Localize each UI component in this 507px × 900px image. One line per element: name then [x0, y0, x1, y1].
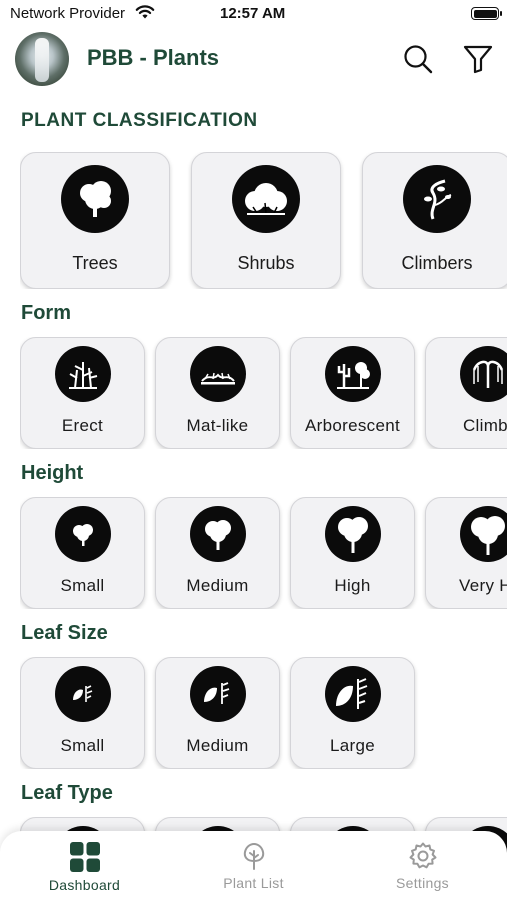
mat-plant-icon [189, 346, 246, 402]
nav-label: Plant List [223, 875, 284, 891]
climber-icon [403, 165, 471, 233]
card-label: Large [330, 736, 375, 755]
battery-icon [471, 7, 502, 20]
small-tree-icon [54, 506, 111, 562]
form-card-erect[interactable]: Erect [20, 337, 145, 449]
plant-list-icon [243, 842, 264, 870]
clock: 12:57 AM [220, 5, 286, 22]
card-label: Trees [72, 253, 118, 273]
card-label: Small [60, 576, 105, 595]
card-label: Medium [186, 576, 249, 595]
medium-leaf-icon [189, 666, 246, 722]
form-card-arborescent[interactable]: Arborescent [290, 337, 415, 449]
card-label: Erect [61, 416, 104, 435]
very-high-tree-icon [459, 506, 507, 562]
bottom-navigation: Dashboard Plant List Settings [0, 831, 507, 900]
wifi-icon [135, 5, 155, 19]
carrier-name: Network Provider [10, 5, 126, 22]
arborescent-icon [324, 346, 381, 402]
filter-button[interactable] [461, 42, 495, 76]
form-card-climbing[interactable]: Climbi [425, 337, 507, 449]
shrub-icon [232, 165, 300, 233]
height-card-very-high[interactable]: Very Hi [425, 497, 507, 609]
height-card-medium[interactable]: Medium [155, 497, 280, 609]
medium-tree-icon [189, 506, 246, 562]
height-card-high[interactable]: High [290, 497, 415, 609]
card-label: Arborescent [305, 416, 400, 435]
form-heading: Form [21, 302, 71, 324]
category-card-climbers[interactable]: Climbers [362, 152, 507, 289]
large-leaf-icon [324, 666, 381, 722]
category-card-trees[interactable]: Trees [20, 152, 170, 289]
high-tree-icon [324, 506, 381, 562]
app-header: PBB - Plants [0, 32, 507, 88]
dashboard-icon [69, 842, 100, 872]
filter-icon [463, 45, 493, 74]
settings-icon [409, 842, 436, 869]
nav-label: Dashboard [48, 877, 121, 893]
search-icon [404, 45, 433, 74]
leaf-size-card-small[interactable]: Small [20, 657, 145, 769]
form-row: Erect Mat-like Arborescent Climb [20, 337, 507, 449]
nav-label: Settings [396, 875, 449, 891]
category-card-shrubs[interactable]: Shrubs [191, 152, 341, 289]
card-label: Mat-like [186, 416, 249, 435]
form-card-mat-like[interactable]: Mat-like [155, 337, 280, 449]
erect-plant-icon [54, 346, 111, 402]
card-label: Small [60, 736, 105, 755]
leaf-type-heading: Leaf Type [21, 782, 113, 804]
card-label: Shrubs [237, 253, 295, 273]
card-label: Climbers [401, 253, 473, 273]
leaf-size-card-large[interactable]: Large [290, 657, 415, 769]
search-button[interactable] [401, 42, 435, 76]
classification-heading: PLANT CLASSIFICATION [21, 110, 258, 131]
classification-row: Trees Shrubs Climbers [20, 152, 507, 289]
height-heading: Height [21, 462, 84, 484]
tree-icon [61, 165, 129, 233]
card-label: Climbi [462, 416, 507, 435]
nav-item-settings[interactable]: Settings [338, 831, 507, 900]
card-label: Medium [186, 736, 249, 755]
app-title: PBB - Plants [87, 45, 220, 70]
nav-item-dashboard[interactable]: Dashboard [0, 831, 169, 900]
height-card-small[interactable]: Small [20, 497, 145, 609]
leaf-size-row: Small Medium Large [20, 657, 507, 769]
leaf-size-card-medium[interactable]: Medium [155, 657, 280, 769]
leaf-size-heading: Leaf Size [21, 622, 108, 644]
card-label: High [334, 576, 371, 595]
small-leaf-icon [54, 666, 111, 722]
climbing-plant-icon [459, 346, 507, 402]
waterfall-avatar[interactable] [15, 32, 69, 86]
card-label: Very Hi [459, 576, 507, 595]
status-bar: Network Provider 12:57 AM [0, 0, 507, 28]
height-row: Small Medium High Very Hi [20, 497, 507, 609]
nav-item-plant-list[interactable]: Plant List [169, 831, 338, 900]
